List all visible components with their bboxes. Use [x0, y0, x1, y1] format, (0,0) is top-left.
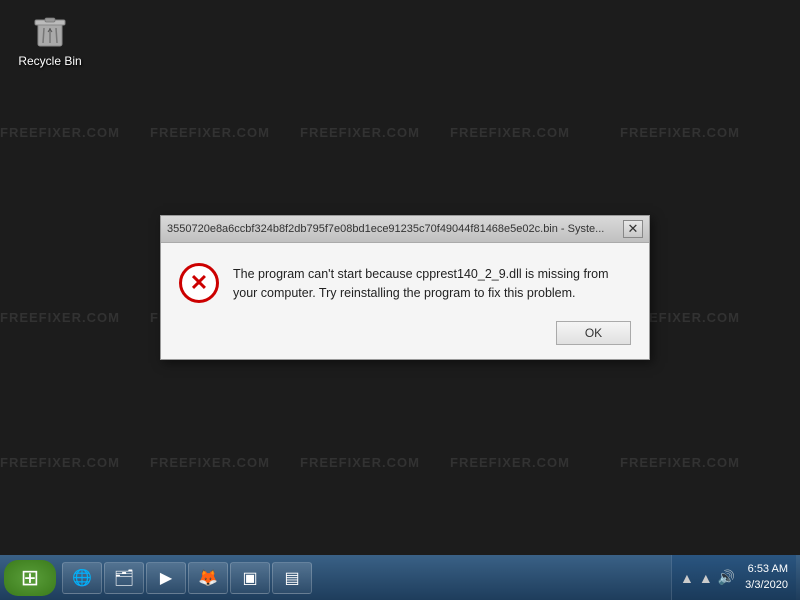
dialog-message: The program can't start because cpprest1…: [233, 263, 631, 303]
clock-date: 3/3/2020: [745, 578, 788, 593]
tray-arrow-icon[interactable]: ▲: [680, 570, 694, 586]
watermark: FREEFIXER.COM: [620, 455, 740, 470]
recycle-bin-icon[interactable]: Recycle Bin: [15, 10, 85, 68]
dialog-title: 3550720e8a6ccbf324b8f2db795f7e08bd1ece91…: [167, 223, 619, 235]
taskbar-app-button[interactable]: ▤: [272, 562, 312, 594]
dialog-buttons: OK: [179, 321, 631, 345]
watermark: FREEFIXER.COM: [150, 455, 270, 470]
taskbar-ie-button[interactable]: 🌐: [62, 562, 102, 594]
tray-speaker-icon[interactable]: 🔊: [718, 569, 735, 586]
dialog-close-button[interactable]: ✕: [623, 220, 643, 238]
watermark: FREEFIXER.COM: [150, 125, 270, 140]
error-dialog: 3550720e8a6ccbf324b8f2db795f7e08bd1ece91…: [160, 215, 650, 360]
taskbar-media-button[interactable]: ▶: [146, 562, 186, 594]
watermark: FREEFIXER.COM: [0, 455, 120, 470]
watermark: FREEFIXER.COM: [0, 125, 120, 140]
dialog-body: ✕ The program can't start because cppres…: [161, 243, 649, 359]
taskbar-explorer-button[interactable]: 🗂: [104, 562, 144, 594]
system-tray: ▲ ▲ 🔊 6:53 AM 3/3/2020: [671, 555, 796, 600]
desktop: FREEFIXER.COM FREEFIXER.COM FREEFIXER.COM F…: [0, 0, 800, 555]
taskbar-items: 🌐 🗂 ▶ 🦊 ▣ ▤: [60, 555, 671, 600]
windows-logo-icon: ⊞: [21, 565, 39, 591]
watermark: FREEFIXER.COM: [450, 455, 570, 470]
ok-button[interactable]: OK: [556, 321, 631, 345]
error-icon: ✕: [179, 263, 219, 303]
start-button[interactable]: ⊞: [4, 560, 56, 596]
watermark: FREEFIXER.COM: [300, 455, 420, 470]
tray-network-icon: ▲: [699, 570, 713, 586]
clock: 6:53 AM 3/3/2020: [745, 562, 788, 593]
taskbar: ⊞ 🌐 🗂 ▶ 🦊 ▣ ▤ ▲ ▲ 🔊 6:53 AM 3/3/2020: [0, 555, 800, 600]
recycle-bin-label: Recycle Bin: [18, 54, 81, 68]
tray-icons: ▲ ▲ 🔊: [680, 569, 735, 586]
dialog-content: ✕ The program can't start because cppres…: [179, 263, 631, 303]
taskbar-cmd-button[interactable]: ▣: [230, 562, 270, 594]
watermark: FREEFIXER.COM: [620, 125, 740, 140]
taskbar-firefox-button[interactable]: 🦊: [188, 562, 228, 594]
dialog-titlebar: 3550720e8a6ccbf324b8f2db795f7e08bd1ece91…: [161, 216, 649, 243]
watermark: FREEFIXER.COM: [450, 125, 570, 140]
watermark: FREEFIXER.COM: [300, 125, 420, 140]
watermark: FREEFIXER.COM: [0, 310, 120, 325]
clock-time: 6:53 AM: [748, 562, 788, 577]
